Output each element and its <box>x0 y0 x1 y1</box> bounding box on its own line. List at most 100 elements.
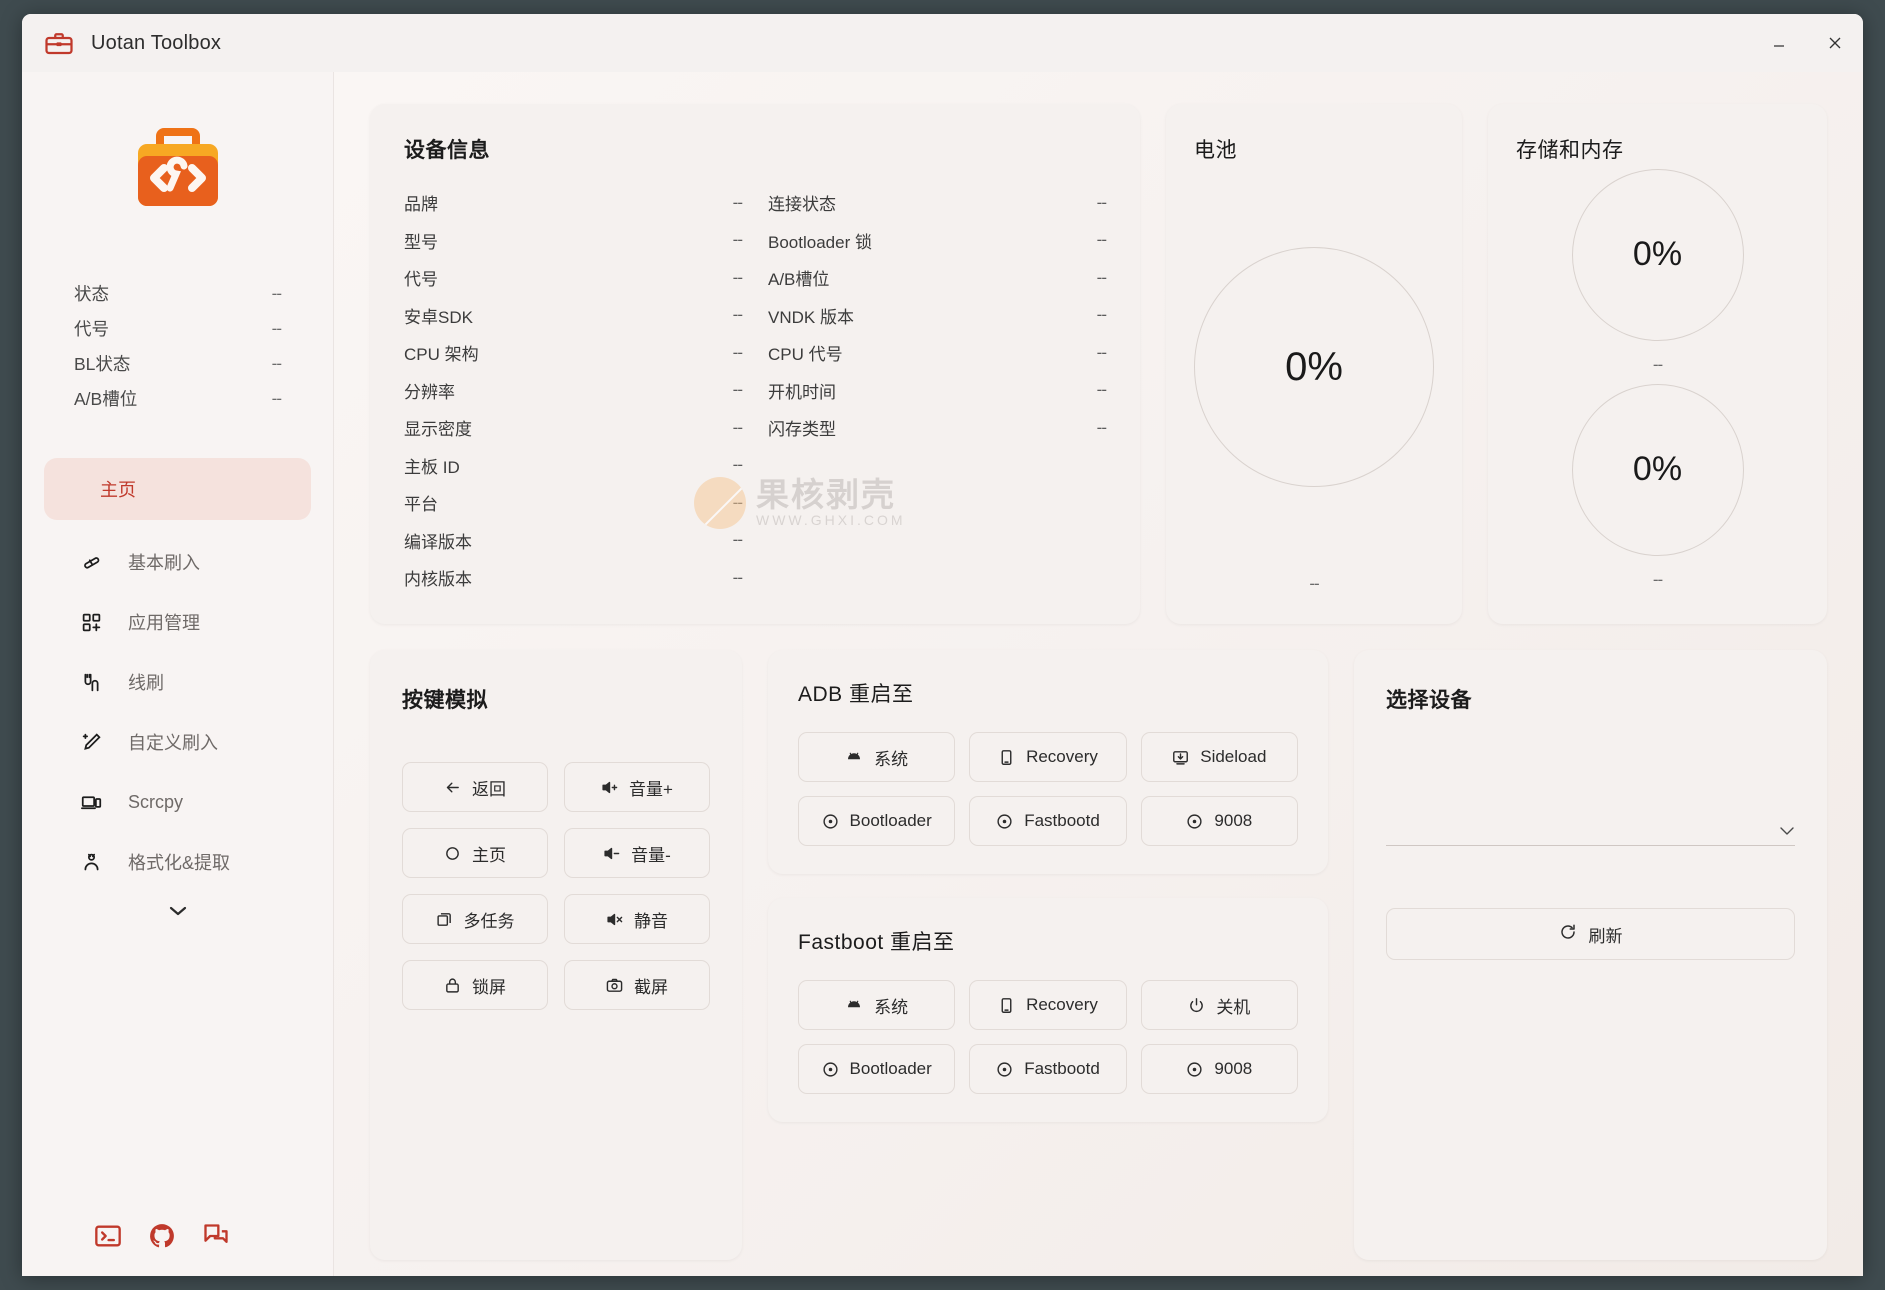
device-info-value: -- <box>732 455 743 475</box>
adb-reboot-system-button[interactable]: 系统 <box>798 732 956 782</box>
key-volume-up-button[interactable]: 音量+ <box>564 762 710 812</box>
reboot-column: ADB 重启至 系统 Recovery Sideload Bootloader … <box>768 650 1328 1260</box>
device-info-row: 显示密度 -- <box>404 409 743 447</box>
sidebar-item-label: 格式化&提取 <box>128 853 231 873</box>
screen-mirror-icon <box>80 791 102 813</box>
sidebar-item-home[interactable]: 主页 <box>44 458 311 520</box>
fastboot-reboot-system-button[interactable]: 系统 <box>798 980 956 1030</box>
multitask-icon <box>436 911 453 928</box>
sidebar-item-cable-flash[interactable]: 线刷 <box>44 652 311 712</box>
fastboot-power-off-button[interactable]: 关机 <box>1140 980 1298 1030</box>
fastboot-reboot-recovery-button[interactable]: Recovery <box>969 980 1127 1030</box>
device-info-value: -- <box>732 192 743 212</box>
device-select-card: 选择设备 刷新 <box>1354 650 1827 1260</box>
adb-reboot-recovery-button[interactable]: Recovery <box>969 732 1127 782</box>
sidebar-item-basic-flash[interactable]: 基本刷入 <box>44 532 311 592</box>
github-icon[interactable] <box>148 1222 176 1250</box>
adb-reboot-sideload-button[interactable]: Sideload <box>1140 732 1298 782</box>
device-select-dropdown[interactable] <box>1386 810 1795 846</box>
cable-icon <box>80 671 102 693</box>
reboot-button-label: 9008 <box>1214 811 1253 830</box>
reboot-button-label: 关机 <box>1216 997 1251 1017</box>
window-controls <box>1751 14 1863 72</box>
key-back-button[interactable]: 返回 <box>402 762 548 812</box>
battery-percent-ring: 0% <box>1194 247 1434 487</box>
device-info-value: -- <box>732 342 743 362</box>
lock-icon <box>444 977 461 994</box>
adb-reboot-grid: 系统 Recovery Sideload Bootloader Fastboot… <box>798 732 1298 846</box>
window-body: 状态 -- 代号 -- BL状态 -- A/B槽位 -- 主页 基本刷入 应用管… <box>22 72 1863 1276</box>
device-info-value: -- <box>1096 342 1107 362</box>
key-button-label: 音量- <box>631 845 671 865</box>
fastboot-reboot-9008-button[interactable]: 9008 <box>1140 1044 1298 1094</box>
key-volume-down-button[interactable]: 音量- <box>564 828 710 878</box>
device-info-row: CPU 代号 -- <box>768 334 1107 372</box>
key-mute-button[interactable]: 静音 <box>564 894 710 944</box>
volume-down-icon <box>603 845 620 862</box>
device-info-row: 主板 ID -- <box>404 447 743 485</box>
memory-detail: -- <box>1652 569 1663 589</box>
flash-icon <box>80 551 102 573</box>
adb-reboot-fastbootd-button[interactable]: Fastbootd <box>969 796 1127 846</box>
top-card-row: 设备信息 品牌 -- 型号 -- 代号 -- 安卓SDK -- CPU 架构 -- 分辨率… <box>370 104 1827 624</box>
memory-percent-ring: 0% <box>1571 383 1744 556</box>
key-home-button[interactable]: 主页 <box>402 828 548 878</box>
minimize-button[interactable] <box>1751 14 1807 72</box>
toolbox-icon <box>44 28 74 58</box>
device-info-label: 显示密度 <box>404 420 472 440</box>
magic-pen-icon <box>80 731 102 753</box>
sidebar-item-format-extract[interactable]: 格式化&提取 <box>44 832 311 892</box>
device-info-value: -- <box>1096 230 1107 250</box>
battery-card: 电池 0% -- <box>1166 104 1462 624</box>
key-simulation-card: 按键模拟 返回 音量+ 主页 音量- 多任务 静音 锁屏 截屏 <box>370 650 742 1260</box>
key-button-label: 静音 <box>634 911 668 931</box>
device-info-value: -- <box>732 567 743 587</box>
nav-expand-chevron-down-icon[interactable] <box>22 902 333 920</box>
sidebar-item-custom-flash[interactable]: 自定义刷入 <box>44 712 311 772</box>
key-button-label: 截屏 <box>634 977 668 997</box>
key-multitask-button[interactable]: 多任务 <box>402 894 548 944</box>
fastboot-reboot-bootloader-button[interactable]: Bootloader <box>798 1044 956 1094</box>
target-icon <box>822 813 839 830</box>
device-info-row: 代号 -- <box>404 259 743 297</box>
device-info-label: 分辨率 <box>404 382 455 402</box>
volume-up-icon <box>601 779 618 796</box>
forum-icon[interactable] <box>202 1222 230 1250</box>
device-info-row: 分辨率 -- <box>404 372 743 410</box>
key-screenshot-button[interactable]: 截屏 <box>564 960 710 1010</box>
device-info-row: 开机时间 -- <box>768 372 1107 410</box>
device-info-label: 品牌 <box>404 195 438 215</box>
device-info-label: CPU 架构 <box>404 345 479 365</box>
adb-reboot-bootloader-button[interactable]: Bootloader <box>798 796 956 846</box>
device-info-label: 主板 ID <box>404 457 460 477</box>
sidebar-item-scrcpy[interactable]: Scrcpy <box>44 772 311 832</box>
fastboot-reboot-title: Fastboot 重启至 <box>798 931 955 954</box>
desktop-background: Uotan Toolbox 状态 -- 代号 -- BL状态 -- A/B槽位 … <box>0 0 1885 1290</box>
reboot-button-label: 9008 <box>1214 1059 1253 1078</box>
key-button-label: 主页 <box>472 845 506 865</box>
terminal-icon[interactable] <box>94 1222 122 1250</box>
device-info-row: 闪存类型 -- <box>768 409 1107 447</box>
sidebar-item-app-manage[interactable]: 应用管理 <box>44 592 311 652</box>
camera-icon <box>606 977 623 994</box>
device-info-columns: 品牌 -- 型号 -- 代号 -- 安卓SDK -- CPU 架构 -- 分辨率 -- 显示… <box>404 184 1107 597</box>
key-lock-screen-button[interactable]: 锁屏 <box>402 960 548 1010</box>
device-info-row: 安卓SDK -- <box>404 297 743 335</box>
target-icon <box>822 1061 839 1078</box>
key-button-label: 返回 <box>472 779 506 799</box>
bottom-card-row: 按键模拟 返回 音量+ 主页 音量- 多任务 静音 锁屏 截屏 ADB 重启至 … <box>370 650 1827 1260</box>
device-info-title: 设备信息 <box>404 139 490 162</box>
target-icon <box>1186 1061 1203 1078</box>
chevron-down-icon <box>1779 823 1795 841</box>
sidebar-item-label: 主页 <box>100 480 136 500</box>
adb-reboot-9008-button[interactable]: 9008 <box>1140 796 1298 846</box>
close-button[interactable] <box>1807 14 1863 72</box>
fastboot-reboot-fastbootd-button[interactable]: Fastbootd <box>969 1044 1127 1094</box>
refresh-devices-button[interactable]: 刷新 <box>1386 908 1795 960</box>
device-info-label: 平台 <box>404 495 438 515</box>
device-info-label: Bootloader 锁 <box>768 232 872 252</box>
device-info-label: 编译版本 <box>404 532 472 552</box>
device-info-label: 闪存类型 <box>768 420 836 440</box>
status-value: -- <box>271 318 282 338</box>
status-row: A/B槽位 -- <box>74 381 282 416</box>
